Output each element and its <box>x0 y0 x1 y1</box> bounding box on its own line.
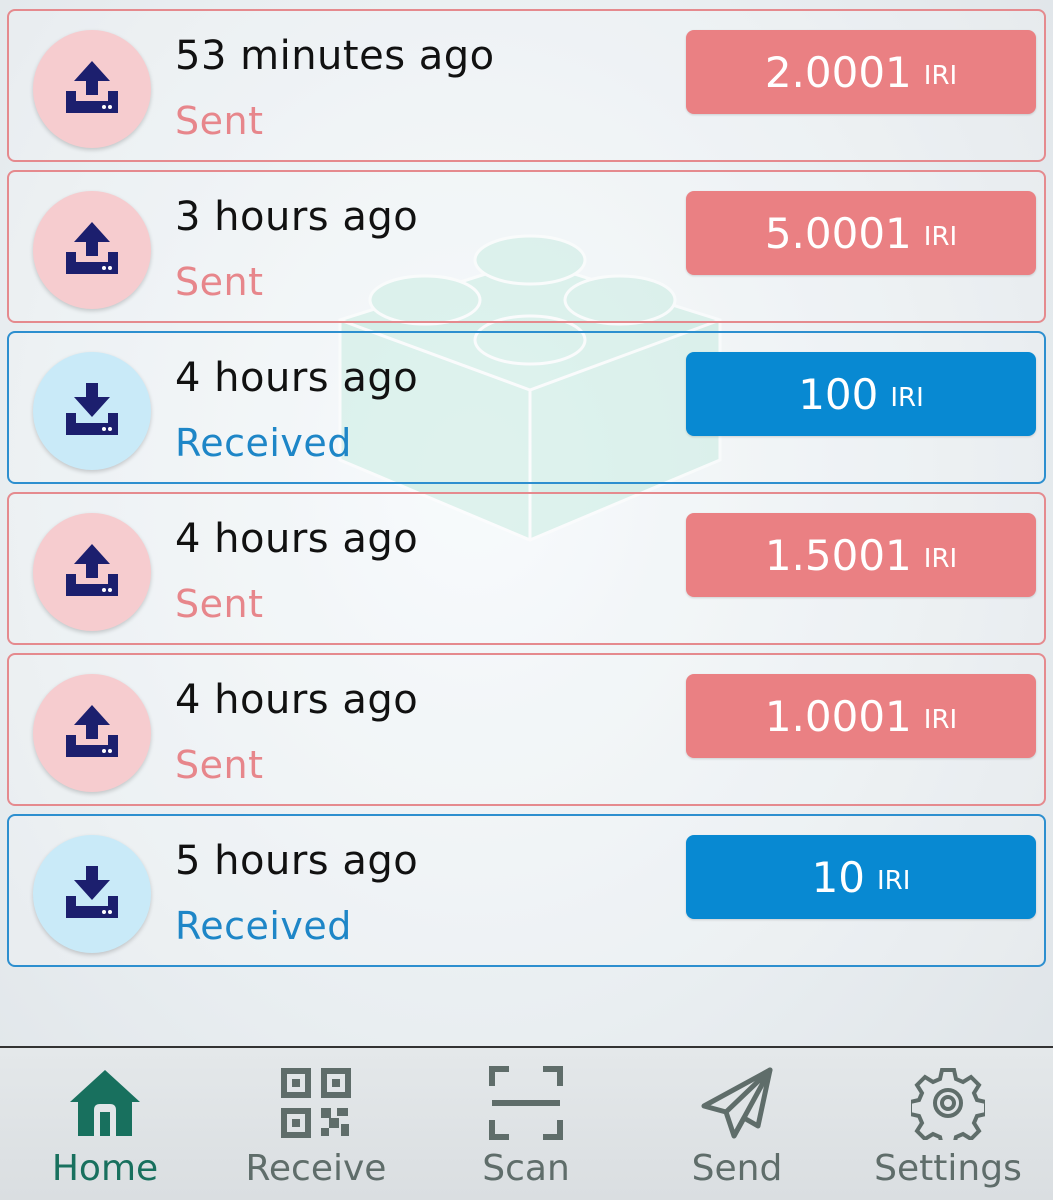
amount-badge: 5.0001 IRI <box>686 191 1036 275</box>
download-icon <box>33 835 151 953</box>
transaction-status: Sent <box>175 260 264 304</box>
download-icon <box>33 352 151 470</box>
amount-badge: 2.0001 IRI <box>686 30 1036 114</box>
transaction-row[interactable]: 4 hours ago Sent 1.5001 IRI <box>7 492 1046 645</box>
scan-icon <box>489 1066 563 1140</box>
transaction-time: 53 minutes ago <box>175 33 495 79</box>
amount-value: 1.5001 <box>764 530 912 580</box>
transaction-status: Sent <box>175 99 264 143</box>
amount-unit: IRI <box>890 383 924 413</box>
amount-badge: 1.5001 IRI <box>686 513 1036 597</box>
amount-value: 100 <box>798 369 879 419</box>
nav-label: Scan <box>482 1148 570 1189</box>
amount-unit: IRI <box>923 705 958 735</box>
gear-icon <box>911 1068 985 1140</box>
transaction-time: 4 hours ago <box>175 516 419 562</box>
amount-value: 10 <box>811 852 866 902</box>
amount-badge: 1.0001 IRI <box>686 674 1036 758</box>
transaction-time: 3 hours ago <box>175 194 419 240</box>
nav-label: Receive <box>245 1148 387 1189</box>
transaction-row[interactable]: 3 hours ago Sent 5.0001 IRI <box>7 170 1046 323</box>
nav-item-home[interactable]: Home <box>0 1048 210 1200</box>
nav-item-settings[interactable]: Settings <box>843 1048 1053 1200</box>
transaction-time: 4 hours ago <box>175 677 419 723</box>
nav-item-send[interactable]: Send <box>632 1048 842 1200</box>
transaction-status: Sent <box>175 743 264 787</box>
nav-item-receive[interactable]: Receive <box>211 1048 421 1200</box>
transaction-row[interactable]: 4 hours ago Received 100 IRI <box>7 331 1046 484</box>
upload-icon <box>33 674 151 792</box>
transaction-status: Received <box>175 904 352 948</box>
amount-unit: IRI <box>923 544 958 574</box>
qr-code-icon <box>281 1068 351 1138</box>
nav-item-scan[interactable]: Scan <box>421 1048 631 1200</box>
upload-icon <box>33 513 151 631</box>
amount-value: 1.0001 <box>764 691 912 741</box>
amount-unit: IRI <box>877 866 911 896</box>
transaction-time: 4 hours ago <box>175 355 419 401</box>
transaction-row[interactable]: 4 hours ago Sent 1.0001 IRI <box>7 653 1046 806</box>
transaction-status: Received <box>175 421 352 465</box>
transaction-row[interactable]: 53 minutes ago Sent 2.0001 IRI <box>7 9 1046 162</box>
amount-value: 5.0001 <box>764 208 912 258</box>
amount-badge: 10 IRI <box>686 835 1036 919</box>
home-icon <box>70 1070 140 1136</box>
amount-value: 2.0001 <box>764 47 912 97</box>
bottom-nav: Home Receive Scan Send Settings <box>0 1048 1053 1200</box>
transaction-time: 5 hours ago <box>175 838 419 884</box>
amount-unit: IRI <box>923 61 958 91</box>
paper-plane-icon <box>701 1067 773 1139</box>
amount-badge: 100 IRI <box>686 352 1036 436</box>
upload-icon <box>33 30 151 148</box>
transaction-status: Sent <box>175 582 264 626</box>
upload-icon <box>33 191 151 309</box>
nav-label: Home <box>51 1148 159 1189</box>
amount-unit: IRI <box>923 222 958 252</box>
nav-label: Send <box>691 1148 783 1189</box>
nav-label: Settings <box>874 1148 1022 1189</box>
transaction-row[interactable]: 5 hours ago Received 10 IRI <box>7 814 1046 967</box>
